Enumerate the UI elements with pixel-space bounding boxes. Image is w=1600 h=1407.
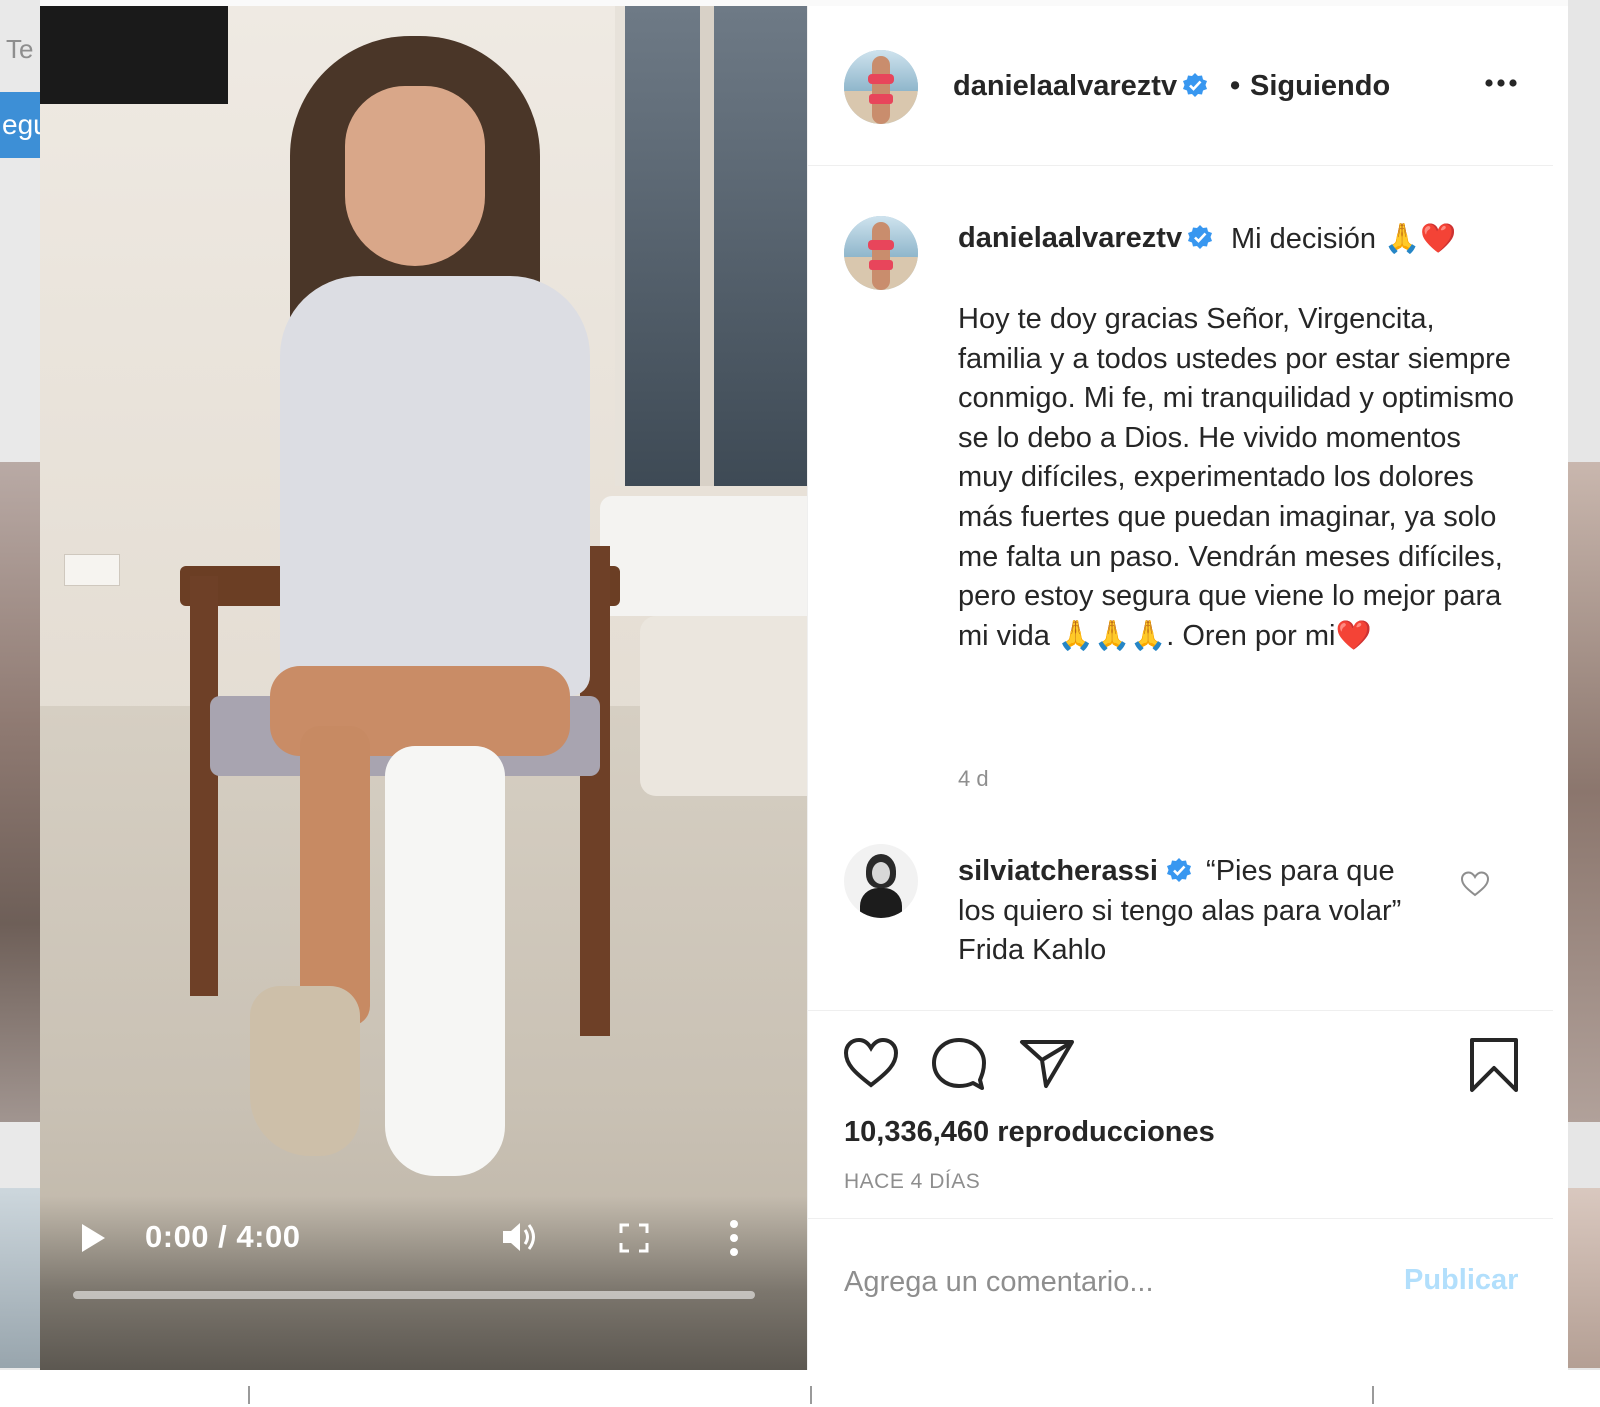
horizontal-dots-icon[interactable] xyxy=(1484,76,1518,90)
vertical-dots-icon[interactable] xyxy=(728,1218,740,1258)
comment-icon[interactable] xyxy=(930,1036,988,1095)
comment-heart-icon[interactable] xyxy=(1460,870,1490,898)
commenter-avatar[interactable] xyxy=(844,844,918,918)
verified-badge-icon xyxy=(1187,225,1212,249)
heart-icon[interactable] xyxy=(842,1036,900,1095)
volume-icon[interactable] xyxy=(500,1219,540,1255)
background-divider xyxy=(1372,1386,1374,1404)
bookmark-icon[interactable] xyxy=(1468,1036,1520,1099)
background-left-photo[interactable] xyxy=(0,1188,40,1368)
share-icon[interactable] xyxy=(1018,1036,1076,1095)
post-video[interactable]: 0:00 / 4:00 xyxy=(40,6,807,1370)
caption-timestamp[interactable]: 4 d xyxy=(958,766,989,792)
background-left-photo[interactable] xyxy=(0,462,40,1122)
video-scene-leg-cast xyxy=(385,746,505,1176)
following-button[interactable]: Siguiendo xyxy=(1250,70,1390,103)
comment-item: silviatcherassi “Pies para que los quier… xyxy=(958,852,1438,971)
caption-username-row: danielaalvareztv xyxy=(958,222,1213,255)
video-scene-window-frame xyxy=(700,6,714,486)
fullscreen-icon[interactable] xyxy=(618,1222,650,1254)
video-scene-person-face xyxy=(345,86,485,266)
video-scene-bed xyxy=(600,496,807,616)
background-divider xyxy=(248,1386,250,1404)
video-progress-bar[interactable] xyxy=(73,1291,755,1299)
video-scene-bed-rail xyxy=(640,616,807,796)
commenter-username[interactable]: silviatcherassi xyxy=(958,855,1158,887)
author-username[interactable]: danielaalvareztv xyxy=(953,70,1177,102)
caption-text: Hoy te doy gracias Señor, Virgencita, fa… xyxy=(958,303,1523,652)
comment-input[interactable] xyxy=(844,1258,1384,1306)
video-scene-person-leg xyxy=(300,726,370,1026)
author-avatar[interactable] xyxy=(844,50,918,124)
post-details-panel: danielaalvareztv • Siguiendo danielaalva… xyxy=(807,6,1553,1370)
views-count[interactable]: 10,336,460 reproducciones xyxy=(844,1116,1215,1149)
author-username-row: danielaalvareztv xyxy=(953,70,1208,103)
verified-badge-icon xyxy=(1182,73,1207,97)
video-scene-shoe xyxy=(250,986,360,1156)
video-scene-tv xyxy=(40,6,228,104)
post-modal: 0:00 / 4:00 danielaalvareztv • Siguiendo… xyxy=(40,6,1568,1370)
video-scene-chair-leg xyxy=(190,576,218,996)
video-scene-person-pajama xyxy=(280,276,590,696)
caption-title: Mi decisión 🙏❤️ xyxy=(1231,223,1457,255)
verified-badge-icon xyxy=(1166,858,1191,882)
post-date[interactable]: HACE 4 DÍAS xyxy=(844,1170,980,1194)
publish-button[interactable]: Publicar xyxy=(1404,1264,1518,1297)
play-icon[interactable] xyxy=(78,1221,108,1255)
background-right-photo[interactable] xyxy=(1568,1188,1600,1368)
separator-dot: • xyxy=(1230,70,1241,102)
caption-username[interactable]: danielaalvareztv xyxy=(958,222,1182,254)
video-scene-outlet xyxy=(64,554,120,586)
background-bottom xyxy=(0,1370,1600,1407)
background-left-text: Te xyxy=(6,34,34,64)
background-right-photo[interactable] xyxy=(1568,462,1600,1122)
video-time: 0:00 / 4:00 xyxy=(145,1219,301,1254)
background-follow-button[interactable]: egu xyxy=(0,92,40,158)
post-header: danielaalvareztv • Siguiendo xyxy=(808,6,1553,166)
caption-author-avatar[interactable] xyxy=(844,216,918,290)
background-divider xyxy=(810,1386,812,1404)
